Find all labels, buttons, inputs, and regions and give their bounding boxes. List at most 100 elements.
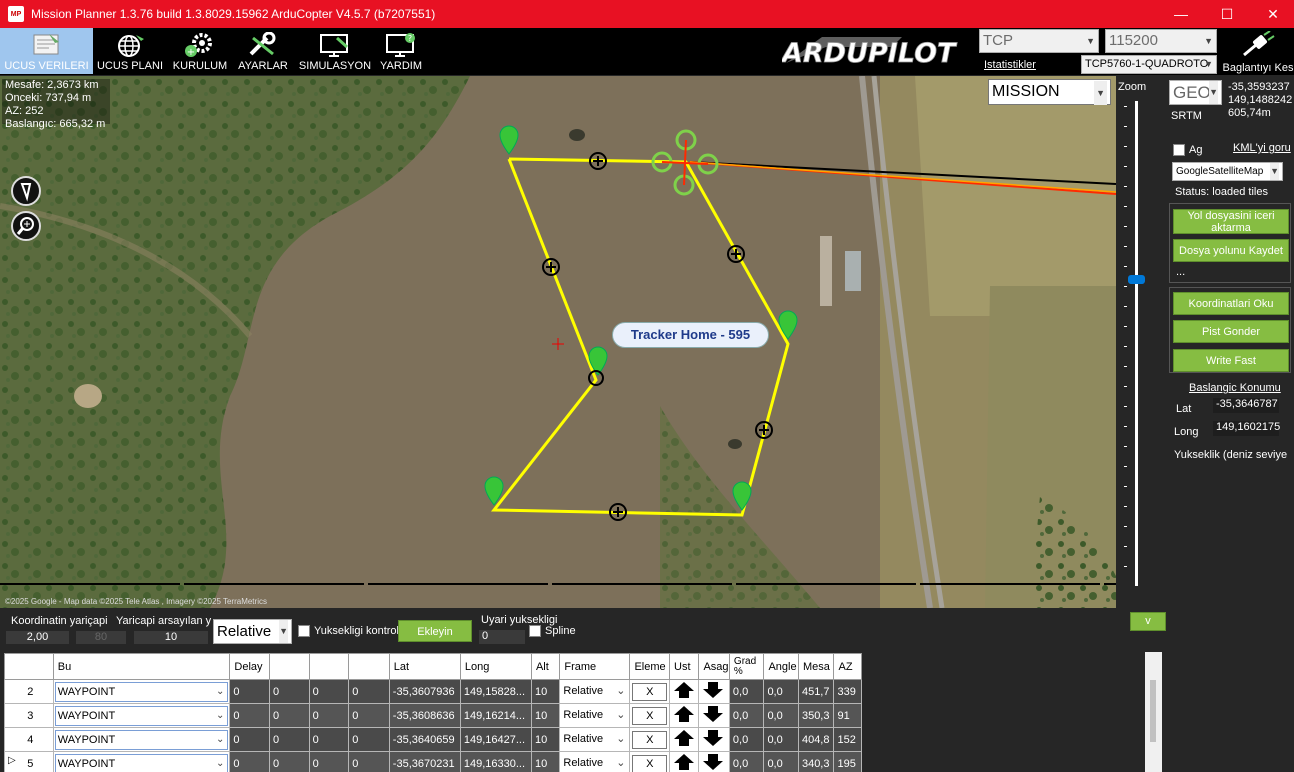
- tab-setup[interactable]: + KURULUM: [170, 28, 230, 74]
- scrollbar-thumb[interactable]: [1150, 680, 1156, 742]
- command-cell[interactable]: WAYPOINT ⌄: [52, 703, 231, 728]
- add-waypoint-button[interactable]: Ekleyin: [398, 620, 472, 642]
- move-up-cell[interactable]: [669, 679, 700, 704]
- col-header[interactable]: Frame: [559, 653, 631, 680]
- move-down-cell[interactable]: [698, 679, 730, 704]
- frame-select[interactable]: Relative ⌄: [561, 753, 629, 772]
- long-cell[interactable]: 149,16214...: [459, 703, 532, 728]
- tab-config[interactable]: AYARLAR: [234, 28, 292, 74]
- delete-cell[interactable]: X: [629, 679, 671, 704]
- default-alt-field[interactable]: 10: [134, 631, 208, 644]
- command-cell[interactable]: WAYPOINT ⌄: [52, 751, 231, 772]
- move-up-cell[interactable]: [669, 751, 700, 772]
- param1-cell[interactable]: 0: [229, 727, 270, 752]
- table-scrollbar[interactable]: [1145, 652, 1162, 772]
- collapse-panel-button[interactable]: v: [1130, 612, 1166, 631]
- alt-cell[interactable]: 10: [530, 679, 561, 704]
- map-source-select[interactable]: GoogleSatelliteMap ▼: [1172, 162, 1283, 181]
- device-select[interactable]: TCP5760-1-QUADROTO ▼: [1081, 55, 1217, 74]
- kml-link[interactable]: KML'yi goru: [1233, 142, 1291, 154]
- col-header[interactable]: Ust: [669, 653, 700, 680]
- col-header[interactable]: Long: [459, 653, 532, 680]
- col-header[interactable]: Delay: [229, 653, 270, 680]
- param2-cell[interactable]: 0: [269, 703, 310, 728]
- table-row[interactable]: ▷ 5 WAYPOINT ⌄ 0 0 0 0 -35,3670231 149,163…: [4, 751, 862, 772]
- arrow-down-icon[interactable]: [699, 704, 727, 724]
- write-waypoints-button[interactable]: Pist Gonder: [1173, 320, 1289, 343]
- load-waypoint-file-button[interactable]: Yol dosyasini iceri aktarma: [1173, 209, 1289, 234]
- ag-checkbox-box[interactable]: [1173, 144, 1185, 157]
- alt-cell[interactable]: 10: [530, 751, 561, 772]
- move-down-cell[interactable]: [698, 703, 730, 728]
- lat-cell[interactable]: -35,3640659: [388, 727, 461, 752]
- frame-cell[interactable]: Relative ⌄: [559, 679, 631, 704]
- param3-cell[interactable]: 0: [308, 679, 350, 704]
- verify-height-box[interactable]: [298, 625, 310, 638]
- zoom-slider-thumb[interactable]: [1128, 275, 1145, 284]
- delete-row-button[interactable]: X: [632, 706, 668, 725]
- frame-select[interactable]: Relative ⌄: [561, 729, 629, 750]
- read-waypoints-button[interactable]: Koordinatlari Oku: [1173, 292, 1289, 315]
- measure-tool-button[interactable]: [11, 176, 41, 206]
- col-header[interactable]: Angle: [763, 653, 799, 680]
- alt-cell[interactable]: 10: [530, 727, 561, 752]
- col-header[interactable]: Eleme: [629, 653, 671, 680]
- col-header[interactable]: Alt: [530, 653, 561, 680]
- coord-format-select[interactable]: GEO ▼: [1169, 80, 1222, 105]
- frame-cell[interactable]: Relative ⌄: [559, 727, 631, 752]
- param1-cell[interactable]: 0: [229, 751, 270, 772]
- lat-cell[interactable]: -35,3670231: [388, 751, 461, 772]
- param4-cell[interactable]: 0: [348, 751, 390, 772]
- col-header[interactable]: [308, 653, 350, 680]
- tab-flight-plan[interactable]: UCUS PLANI: [96, 28, 164, 74]
- connection-type-select[interactable]: TCP ▼: [979, 29, 1099, 53]
- move-up-cell[interactable]: [669, 703, 700, 728]
- col-header[interactable]: Asag: [698, 653, 730, 680]
- close-button[interactable]: ✕: [1250, 0, 1294, 28]
- home-location-link[interactable]: Baslangic Konumu: [1189, 382, 1281, 394]
- move-down-cell[interactable]: [698, 727, 730, 752]
- delete-row-button[interactable]: X: [632, 682, 668, 701]
- param4-cell[interactable]: 0: [348, 703, 390, 728]
- spline-checkbox-box[interactable]: [529, 625, 541, 638]
- tab-flight-data[interactable]: UCUS VERILERI: [0, 28, 93, 74]
- row-number[interactable]: 3: [4, 703, 54, 728]
- arrow-up-icon[interactable]: [670, 680, 698, 700]
- frame-select[interactable]: Relative ⌄: [561, 681, 629, 702]
- delete-cell[interactable]: X: [629, 703, 671, 728]
- write-fast-button[interactable]: Write Fast: [1173, 349, 1289, 372]
- arrow-down-icon[interactable]: [699, 752, 727, 772]
- param2-cell[interactable]: 0: [269, 727, 310, 752]
- param3-cell[interactable]: 0: [308, 727, 350, 752]
- flight-mode-select[interactable]: MISSION ▼: [988, 79, 1111, 105]
- frame-cell[interactable]: Relative ⌄: [559, 751, 631, 772]
- save-waypoint-file-button[interactable]: Dosya yolunu Kaydet: [1173, 239, 1289, 262]
- ag-checkbox[interactable]: Ag: [1173, 144, 1202, 157]
- arrow-down-icon[interactable]: [699, 680, 727, 700]
- table-row[interactable]: 2 WAYPOINT ⌄ 0 0 0 0 -35,3607936 149,1582…: [4, 679, 862, 704]
- move-up-cell[interactable]: [669, 727, 700, 752]
- altitude-mode-select[interactable]: Relative ▼: [213, 619, 292, 644]
- delete-cell[interactable]: X: [629, 751, 671, 772]
- param3-cell[interactable]: 0: [308, 751, 350, 772]
- row-number[interactable]: 4: [4, 727, 54, 752]
- tab-help[interactable]: ? YARDIM: [376, 28, 426, 74]
- spline-checkbox[interactable]: Spline: [529, 625, 576, 638]
- row-number[interactable]: ▷ 5: [4, 751, 54, 772]
- param1-cell[interactable]: 0: [229, 703, 270, 728]
- arrow-up-icon[interactable]: [670, 704, 698, 724]
- col-header[interactable]: Mesa: [797, 653, 835, 680]
- long-cell[interactable]: 149,16330...: [459, 751, 532, 772]
- param2-cell[interactable]: 0: [269, 751, 310, 772]
- map-view[interactable]: Mesafe: 2,3673 km Onceki: 737,94 m AZ: 2…: [0, 76, 1116, 608]
- long-cell[interactable]: 149,15828...: [459, 679, 532, 704]
- disconnect-button[interactable]: Baglantıyı Kes: [1222, 30, 1294, 74]
- arrow-down-icon[interactable]: [699, 728, 727, 748]
- table-row[interactable]: 4 WAYPOINT ⌄ 0 0 0 0 -35,3640659 149,1642…: [4, 727, 862, 752]
- param4-cell[interactable]: 0: [348, 679, 390, 704]
- home-lat-field[interactable]: -35,3646787: [1213, 398, 1279, 413]
- home-long-field[interactable]: 149,1602175: [1213, 421, 1280, 436]
- warn-alt-field[interactable]: 0: [479, 630, 525, 644]
- tab-simulation[interactable]: SIMULASYON: [297, 28, 373, 74]
- command-select[interactable]: WAYPOINT ⌄: [54, 729, 229, 750]
